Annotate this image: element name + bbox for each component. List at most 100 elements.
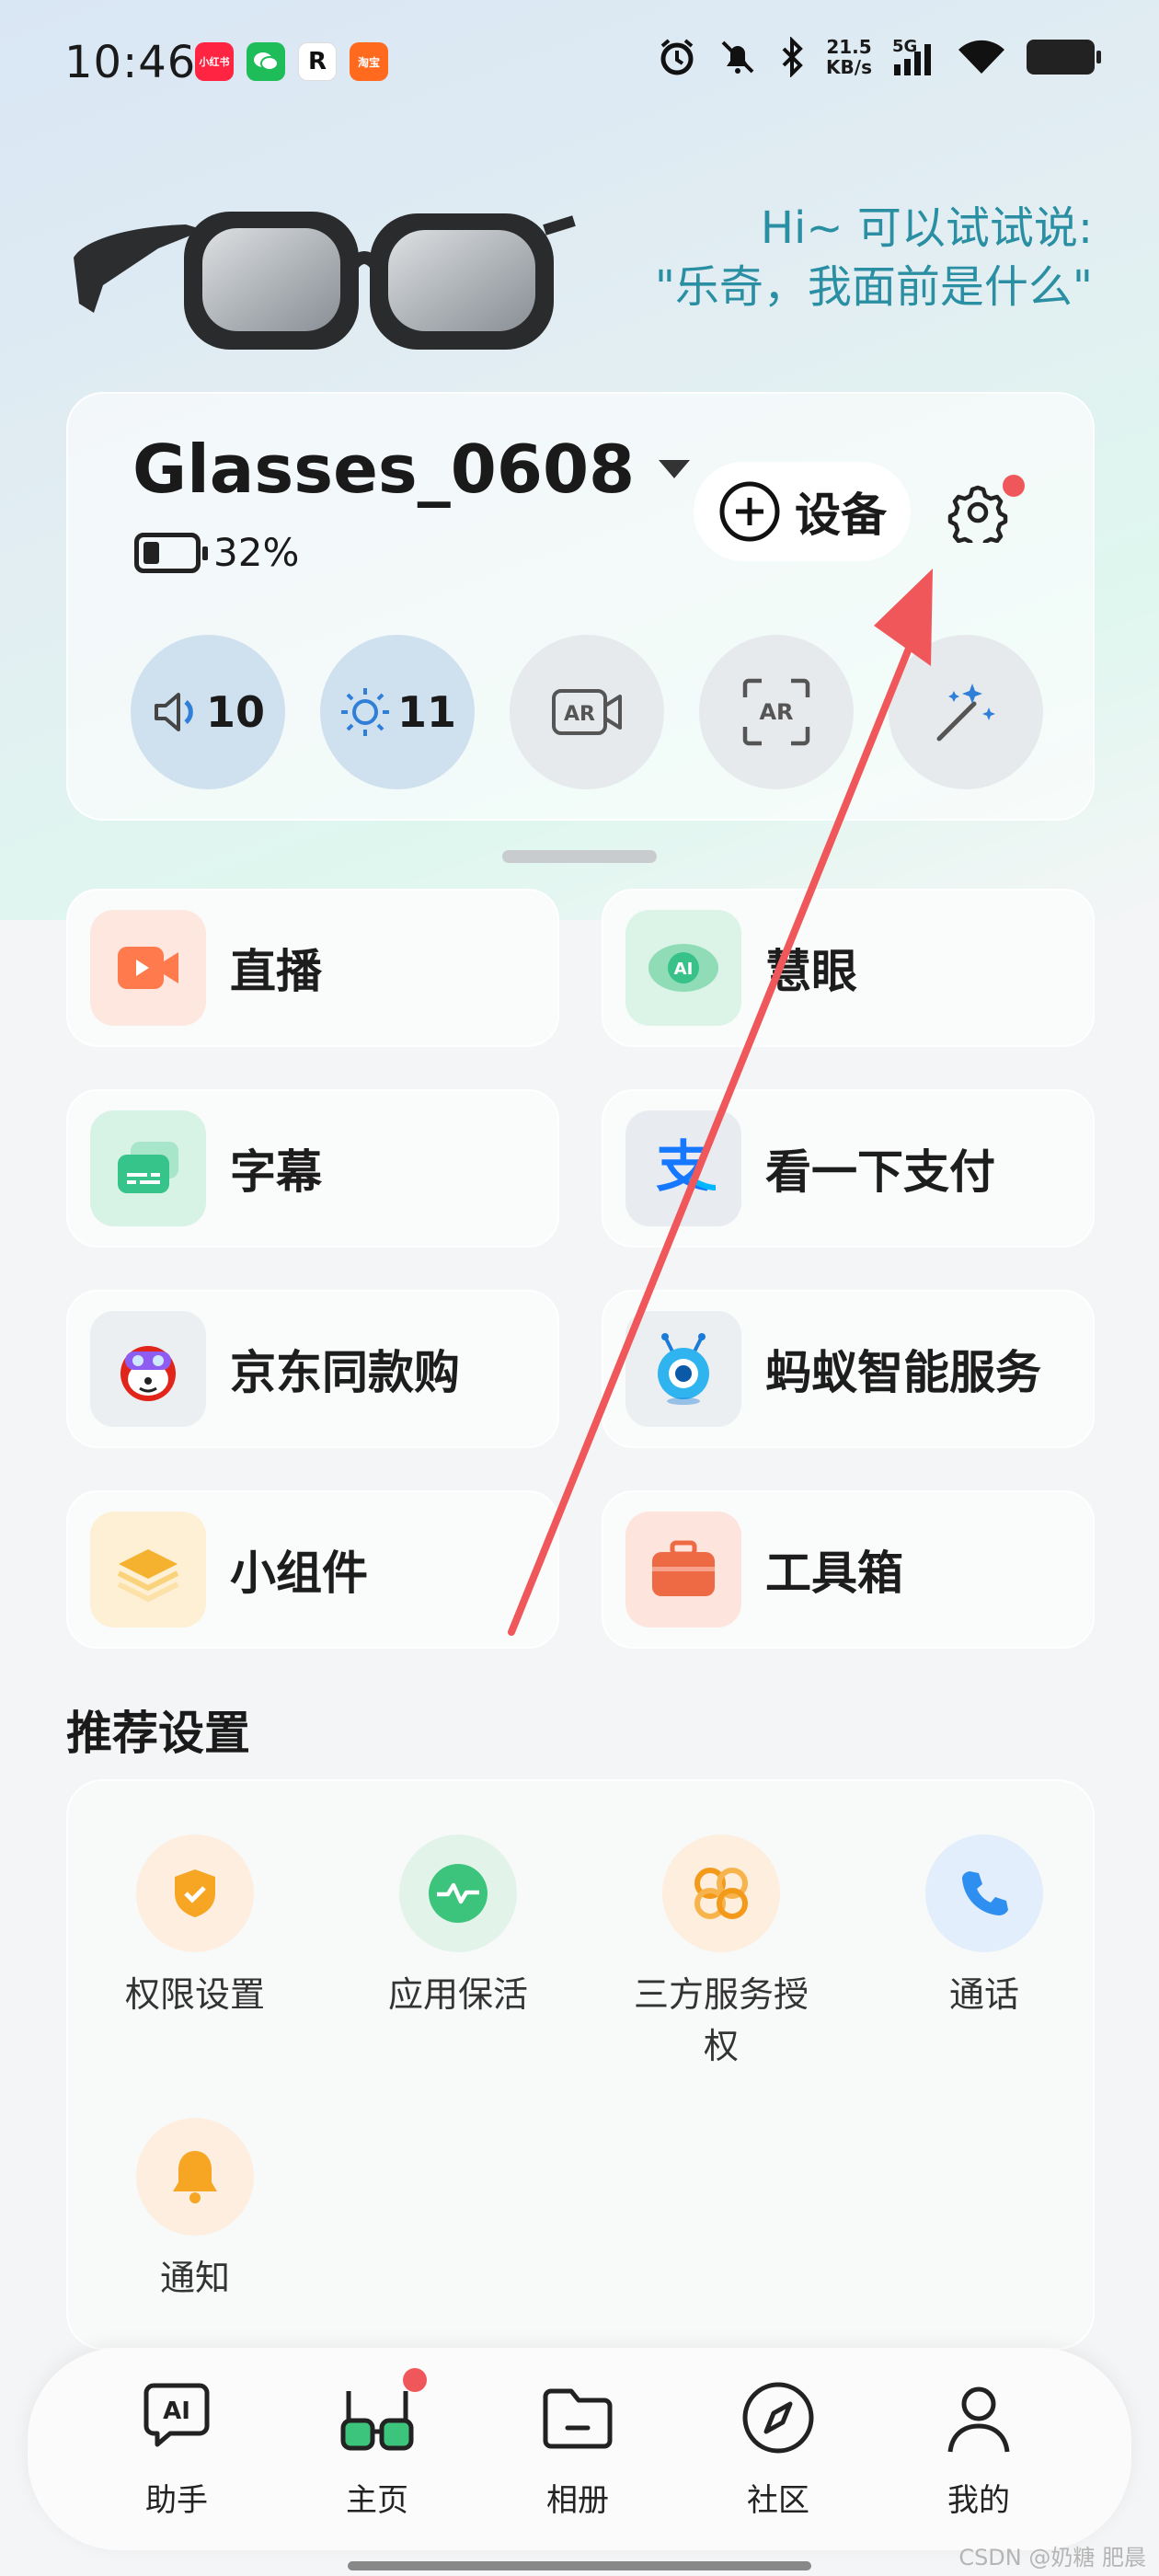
- device-selector[interactable]: Glasses_0608: [132, 431, 691, 508]
- layers-icon: [90, 1512, 206, 1627]
- caret-down-icon: [659, 460, 691, 478]
- device-settings-button[interactable]: [942, 475, 1025, 548]
- feature-widgets[interactable]: 小组件: [66, 1490, 559, 1649]
- shield-check-icon: [136, 1834, 254, 1952]
- ai-chat-icon: AI: [132, 2374, 221, 2462]
- status-bar: 10:46 小红书 R 淘宝 21.5 KB/s 5G: [0, 0, 1159, 125]
- voice-hint-line1: Hi~ 可以试试说:: [760, 202, 1093, 254]
- feature-jd-same-label: 京东同款购: [230, 1346, 460, 1399]
- nav-mine[interactable]: 我的: [910, 2374, 1048, 2520]
- xiaohongshu-icon: 小红书: [195, 42, 234, 81]
- cell-signal-icon: 5G: [892, 37, 936, 77]
- bottom-navigation: AI 助手 主页 相册 社区 我的: [28, 2348, 1131, 2550]
- battery-percent: 32%: [213, 530, 300, 575]
- brightness-control[interactable]: 11: [320, 635, 475, 789]
- device-battery: 32%: [134, 530, 299, 575]
- battery-icon: [134, 532, 208, 573]
- magic-wand-icon: [936, 684, 995, 742]
- setting-permissions[interactable]: 权限设置: [85, 1834, 305, 2020]
- notification-icons: 小红书 R 淘宝: [195, 42, 388, 81]
- nav-mine-label: 我的: [947, 2482, 1010, 2519]
- infinity-icon: [662, 1834, 780, 1952]
- live-video-icon: [90, 910, 206, 1026]
- feature-toolbox-label: 工具箱: [765, 1547, 903, 1600]
- bell-icon: [136, 2118, 254, 2236]
- svg-text:AI: AI: [674, 960, 694, 979]
- toolbox-icon: [625, 1512, 741, 1627]
- ant-mascot-icon: [625, 1311, 741, 1427]
- subtitles-icon: [90, 1110, 206, 1226]
- folder-icon: [534, 2374, 622, 2462]
- settings-badge: [1003, 475, 1025, 497]
- add-device-label: 设备: [795, 489, 887, 542]
- brightness-icon: [340, 688, 389, 736]
- setting-calls[interactable]: 通话: [874, 1834, 1095, 2020]
- feature-smart-eye-label: 慧眼: [765, 945, 857, 998]
- ar-record-control[interactable]: AR: [510, 635, 664, 789]
- brightness-value: 11: [396, 687, 456, 737]
- home-indicator[interactable]: [348, 2561, 811, 2570]
- status-battery-icon: [1027, 40, 1101, 75]
- svg-text:支: 支: [656, 1138, 711, 1199]
- voice-hint: Hi~ 可以试试说: "乐奇，我面前是什么": [655, 199, 1093, 316]
- feature-subtitles[interactable]: 字幕: [66, 1089, 559, 1248]
- ar-record-icon: AR: [552, 689, 622, 735]
- gear-icon: [947, 485, 1008, 543]
- status-time: 10:46: [64, 37, 197, 88]
- feature-jd-same[interactable]: 京东同款购: [66, 1290, 559, 1448]
- person-icon: [935, 2374, 1023, 2462]
- svg-text:AI: AI: [163, 2398, 190, 2425]
- add-device-button[interactable]: 设备: [694, 462, 911, 561]
- feature-toolbox[interactable]: 工具箱: [602, 1490, 1095, 1649]
- home-badge: [403, 2368, 427, 2392]
- feature-pay[interactable]: 支 看一下支付: [602, 1089, 1095, 1248]
- smart-glasses-image: [74, 212, 576, 350]
- setting-third-party-label: 三方服务授权: [633, 1974, 809, 2066]
- feature-ant-service[interactable]: 蚂蚁智能服务: [602, 1290, 1095, 1448]
- feature-smart-eye[interactable]: AI 慧眼: [602, 889, 1095, 1047]
- svg-text:AR: AR: [564, 703, 595, 726]
- wechat-icon: [247, 42, 285, 81]
- setting-notifications[interactable]: 通知: [85, 2118, 305, 2304]
- nav-home-label: 主页: [346, 2482, 408, 2519]
- setting-keep-alive[interactable]: 应用保活: [348, 1834, 568, 2020]
- nav-album[interactable]: 相册: [509, 2374, 647, 2520]
- network-speed: 21.5 KB/s: [826, 36, 872, 78]
- alarm-icon: [660, 39, 694, 75]
- device-card: Glasses_0608 32% 设备 10 11 AR AR: [66, 392, 1095, 821]
- nav-community-label: 社区: [747, 2482, 809, 2519]
- feature-live-label: 直播: [230, 945, 322, 998]
- phone-icon: [925, 1834, 1043, 1952]
- glasses-icon: [333, 2368, 427, 2462]
- setting-keep-alive-label: 应用保活: [387, 1974, 528, 2015]
- svg-text:AR: AR: [759, 699, 793, 725]
- drag-handle[interactable]: [502, 850, 657, 863]
- ar-scan-icon: AR: [742, 678, 810, 746]
- nav-assistant[interactable]: AI 助手: [108, 2374, 246, 2520]
- feature-subtitles-label: 字幕: [230, 1145, 322, 1199]
- recommended-title: 推荐设置: [66, 1707, 250, 1760]
- setting-notifications-label: 通知: [159, 2258, 230, 2298]
- ar-scan-control[interactable]: AR: [699, 635, 854, 789]
- wifi-icon: [958, 40, 1004, 74]
- volume-control[interactable]: 10: [131, 635, 285, 789]
- setting-permissions-label: 权限设置: [124, 1974, 265, 2015]
- volume-value: 10: [205, 687, 265, 737]
- plus-circle-icon: [719, 481, 780, 542]
- setting-third-party[interactable]: 三方服务授权: [611, 1834, 832, 2072]
- ai-eye-icon: AI: [625, 910, 741, 1026]
- nav-home[interactable]: 主页: [308, 2368, 446, 2520]
- jd-mascot-icon: [90, 1311, 206, 1427]
- nav-community[interactable]: 社区: [709, 2374, 847, 2520]
- magic-control[interactable]: [889, 635, 1043, 789]
- quick-controls: 10 11 AR AR: [131, 635, 1043, 789]
- mute-bell-icon: [721, 40, 754, 74]
- voice-hint-line2: "乐奇，我面前是什么": [654, 261, 1093, 313]
- heartbeat-icon: [399, 1834, 517, 1952]
- feature-live[interactable]: 直播: [66, 889, 559, 1047]
- feature-widgets-label: 小组件: [230, 1547, 368, 1600]
- alipay-icon: 支: [625, 1110, 741, 1226]
- compass-icon: [734, 2374, 822, 2462]
- setting-calls-label: 通话: [948, 1974, 1019, 2015]
- feature-ant-service-label: 蚂蚁智能服务: [765, 1346, 1041, 1399]
